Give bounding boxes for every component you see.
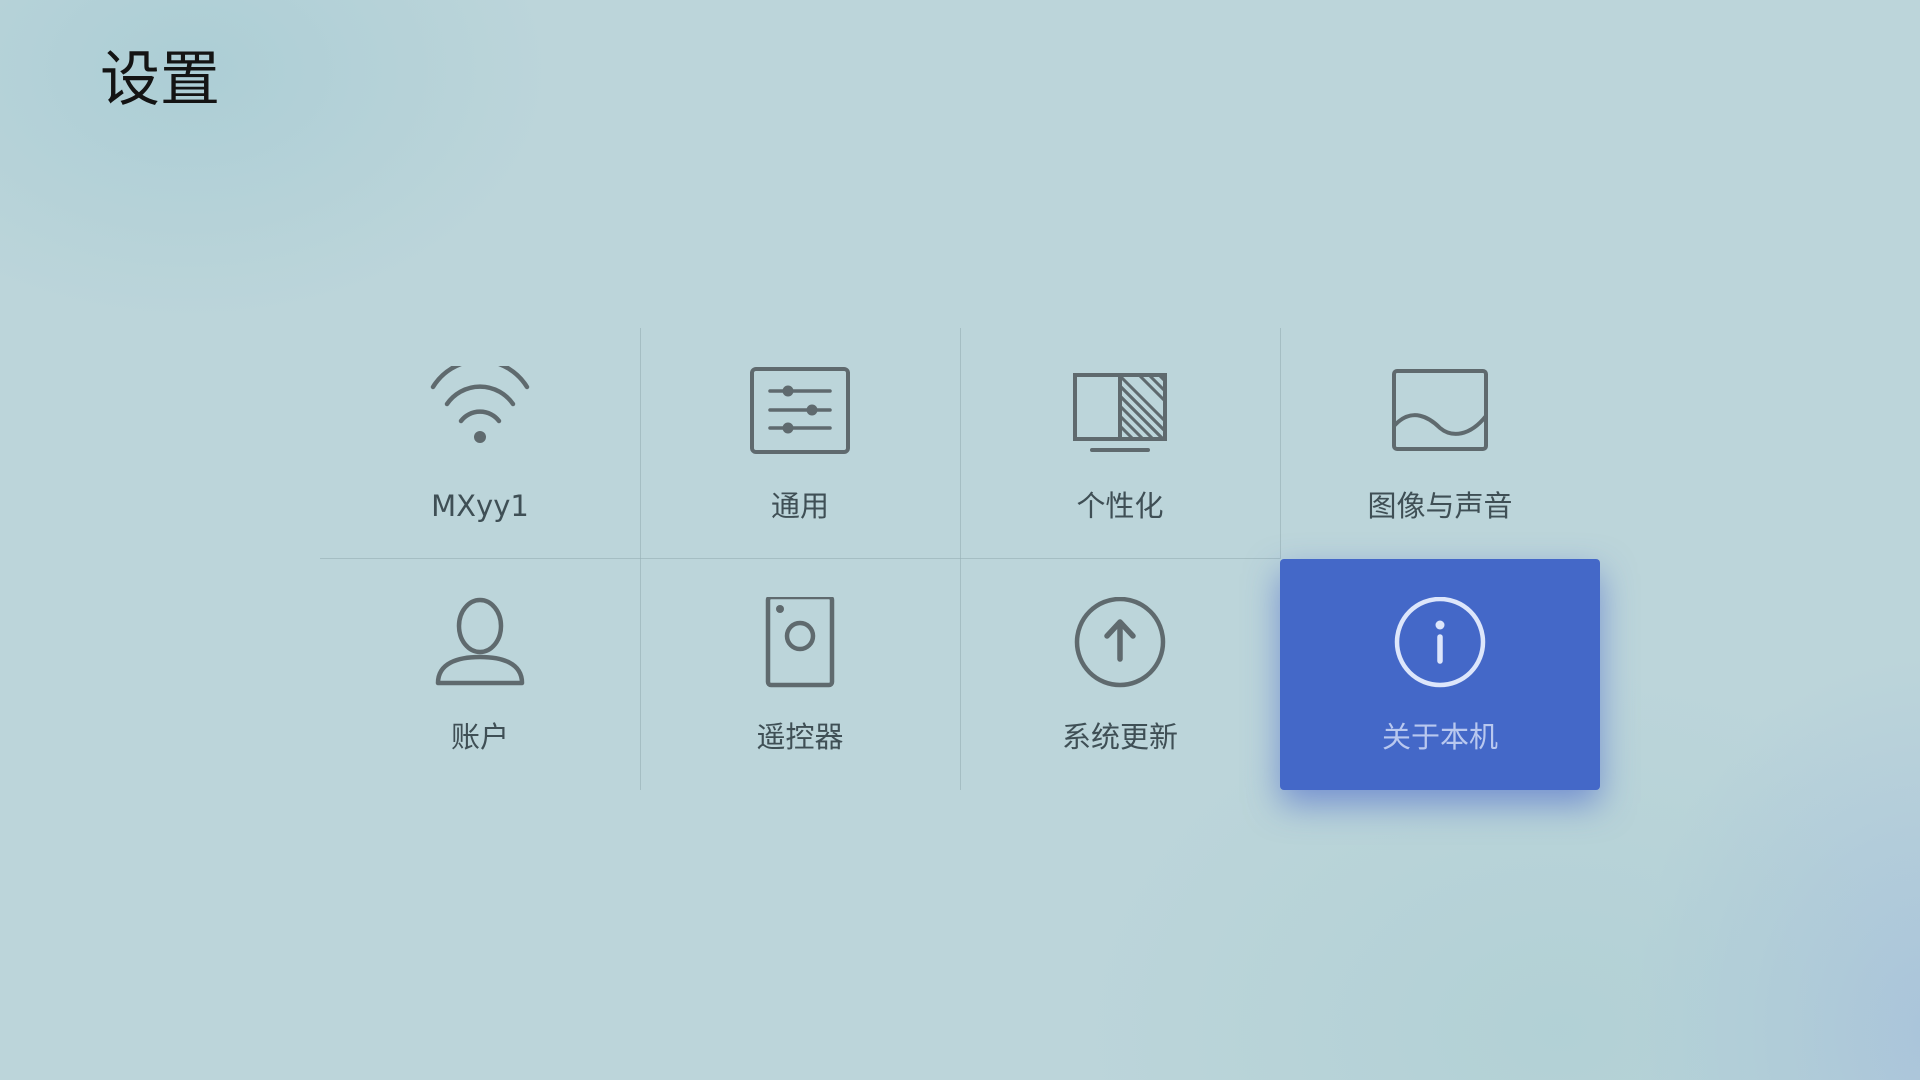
tile-general[interactable]: 通用 xyxy=(640,328,960,559)
tile-system-update[interactable]: 系统更新 xyxy=(960,559,1280,790)
tile-label: 遥控器 xyxy=(756,720,844,754)
tile-personalization[interactable]: 个性化 xyxy=(960,328,1280,559)
remote-icon xyxy=(750,597,850,697)
display-theme-icon xyxy=(1070,366,1170,466)
user-icon xyxy=(430,597,530,697)
tile-about-device[interactable]: 关于本机 xyxy=(1280,559,1600,790)
wifi-icon xyxy=(430,366,530,466)
tile-label: 系统更新 xyxy=(1061,720,1178,754)
tile-label: 个性化 xyxy=(1076,489,1164,523)
info-icon xyxy=(1390,597,1490,697)
tile-label: 关于本机 xyxy=(1381,720,1498,754)
tile-account[interactable]: 账户 xyxy=(320,559,640,790)
tile-label: MXyy1 xyxy=(431,489,529,523)
tile-label: 通用 xyxy=(770,489,829,523)
picture-icon xyxy=(1390,366,1490,466)
tile-remote[interactable]: 遥控器 xyxy=(640,559,960,790)
page-title: 设置 xyxy=(100,45,220,115)
tile-network[interactable]: MXyy1 xyxy=(320,328,640,559)
tile-label: 图像与声音 xyxy=(1367,489,1513,523)
sliders-icon xyxy=(750,366,850,466)
tile-picture-sound[interactable]: 图像与声音 xyxy=(1280,328,1600,559)
tile-label: 账户 xyxy=(450,720,509,754)
update-arrow-icon xyxy=(1070,597,1170,697)
settings-grid: MXyy1 通用 个性化 图像与声音 账户 遥控器 系统更新 关于本机 xyxy=(320,328,1600,790)
